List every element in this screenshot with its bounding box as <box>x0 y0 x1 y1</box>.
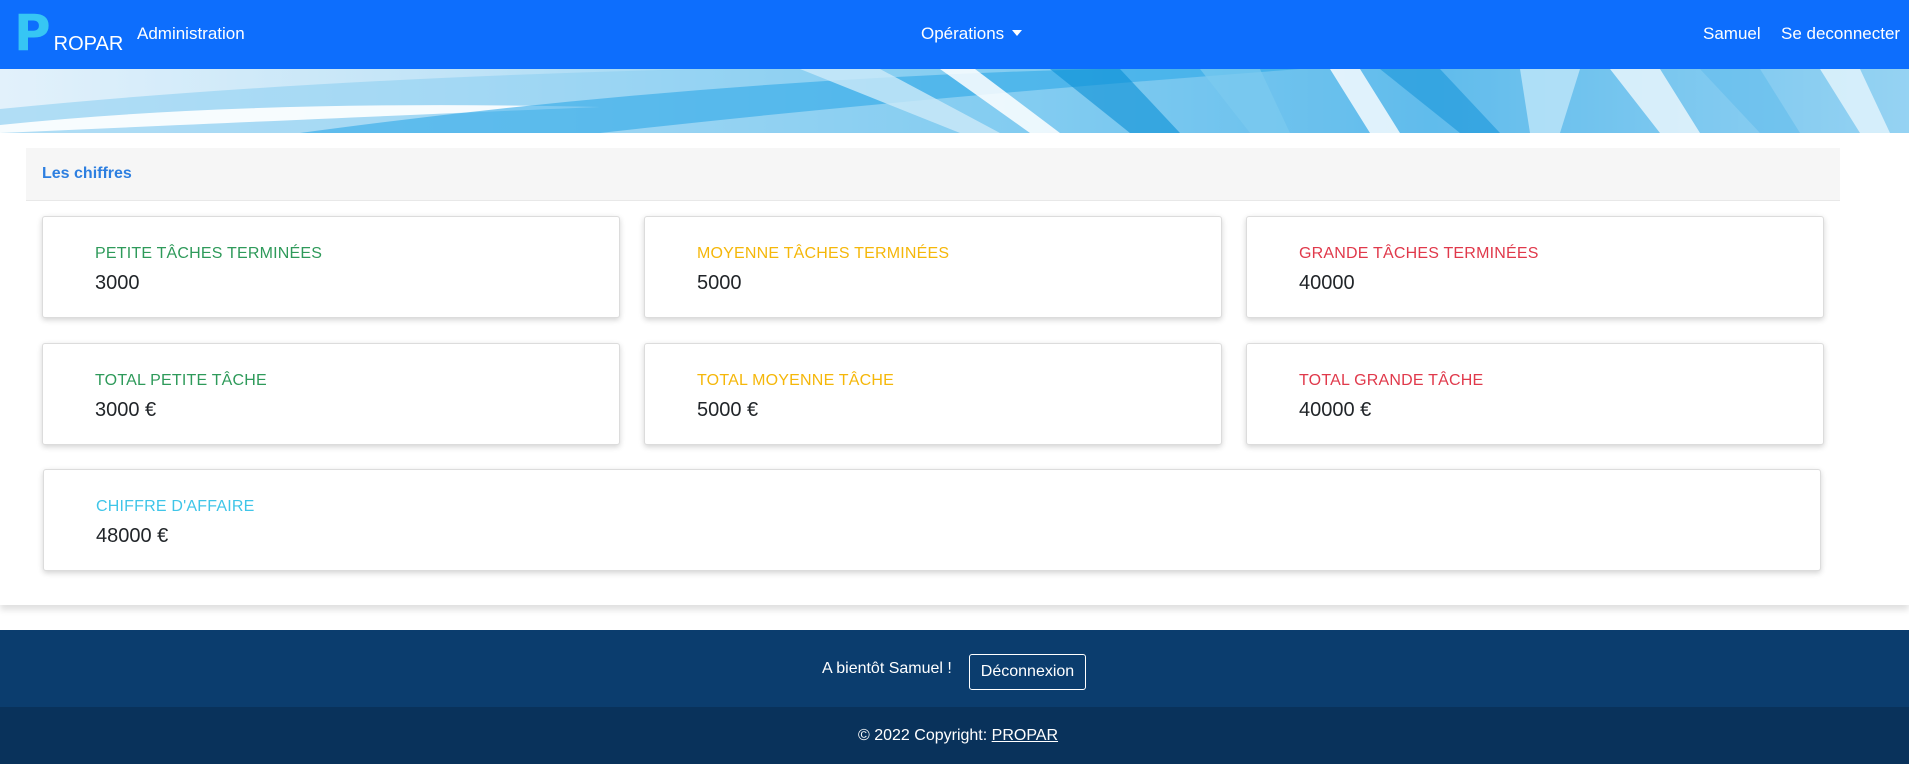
stat-card-label: CHIFFRE D'AFFAIRE <box>96 498 255 515</box>
stat-card-total-large: TOTAL GRANDE TÂCHE 40000 € <box>1246 343 1824 445</box>
stat-card-small-tasks: PETITE TÂCHES TERMINÉES 3000 <box>42 216 620 318</box>
nav-operations-dropdown[interactable]: Opérations <box>921 24 1023 44</box>
nav-operations-label: Opérations <box>921 24 1005 43</box>
caret-down-icon <box>1012 30 1023 36</box>
decorative-banner <box>0 69 1909 133</box>
stat-card-value: 3000 <box>95 272 140 294</box>
footer-session-bar: A bientôt Samuel ! Déconnexion <box>0 630 1909 707</box>
stat-card-value: 3000 € <box>95 399 157 421</box>
stat-card-value: 40000 € <box>1299 399 1372 421</box>
copyright-text: © 2022 Copyright: PROPAR <box>858 727 1058 745</box>
stat-card-total-small: TOTAL PETITE TÂCHE 3000 € <box>42 343 620 445</box>
stat-card-large-tasks: GRANDE TÂCHES TERMINÉES 40000 <box>1246 216 1824 318</box>
stat-card-value: 40000 <box>1299 272 1355 294</box>
logout-button[interactable]: Déconnexion <box>969 654 1086 690</box>
stats-section-header: Les chiffres <box>26 148 1840 201</box>
stat-card-label: PETITE TÂCHES TERMINÉES <box>95 245 323 262</box>
stat-card-value: 5000 € <box>697 399 759 421</box>
footer-copyright-bar: © 2022 Copyright: PROPAR <box>0 707 1909 764</box>
stat-card-label: TOTAL MOYENNE TÂCHE <box>697 372 895 389</box>
stat-card-value: 5000 <box>697 272 742 294</box>
stat-card-revenue: CHIFFRE D'AFFAIRE 48000 € <box>43 469 1821 571</box>
brand-name: ROPAR <box>53 33 124 55</box>
top-navbar: P ROPAR Administration Opérations Samuel… <box>0 0 1909 69</box>
stats-section-title: Les chiffres <box>42 165 132 182</box>
nav-administration-link[interactable]: Administration <box>137 24 245 44</box>
farewell-text: A bientôt Samuel ! <box>822 660 952 677</box>
stat-card-label: TOTAL GRANDE TÂCHE <box>1299 372 1484 389</box>
brand-logo-letter: P <box>14 4 51 62</box>
stat-card-label: MOYENNE TÂCHES TERMINÉES <box>697 245 950 262</box>
stats-section: Les chiffres PETITE TÂCHES TERMINÉES 300… <box>0 133 1909 605</box>
stat-card-total-medium: TOTAL MOYENNE TÂCHE 5000 € <box>644 343 1222 445</box>
stat-card-value: 48000 € <box>96 525 169 547</box>
nav-user-link[interactable]: Samuel <box>1703 24 1761 44</box>
stat-card-label: TOTAL PETITE TÂCHE <box>95 372 267 389</box>
banner-swoosh-graphic <box>0 69 1909 133</box>
brand-logo[interactable]: P ROPAR <box>14 4 124 62</box>
copyright-prefix: © 2022 Copyright: <box>858 727 992 744</box>
nav-logout-link[interactable]: Se deconnecter <box>1781 24 1900 44</box>
stat-card-label: GRANDE TÂCHES TERMINÉES <box>1299 245 1539 262</box>
stat-card-medium-tasks: MOYENNE TÂCHES TERMINÉES 5000 <box>644 216 1222 318</box>
copyright-propar-link[interactable]: PROPAR <box>992 727 1058 744</box>
